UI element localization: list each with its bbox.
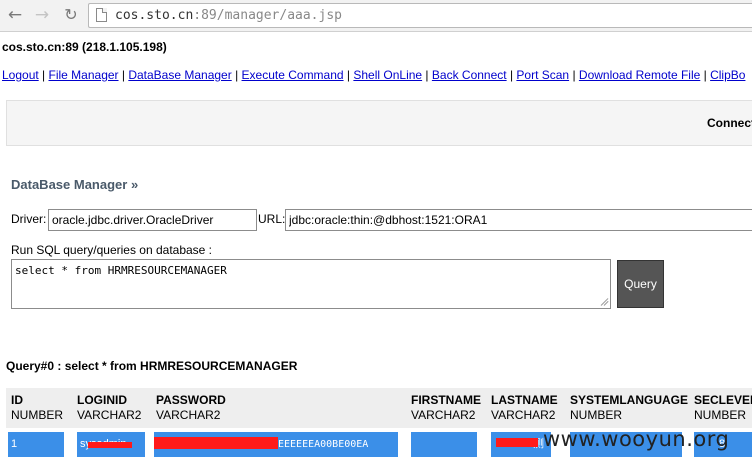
query-result-title: Query#0 : select * from HRMRESOURCEMANAG… <box>6 359 298 373</box>
url-input[interactable] <box>285 209 752 231</box>
sql-query-textarea[interactable]: select * from HRMRESOURCEMANAGER <box>11 259 611 309</box>
url-domain: cos.sto.cn <box>115 8 194 23</box>
menu-port-scan[interactable]: Port Scan <box>516 68 569 82</box>
column-type: VARCHAR2 <box>411 408 476 422</box>
column-name: SYSTEMLANGUAGE <box>570 393 689 407</box>
url-path: :89/manager/aaa.jsp <box>193 8 342 23</box>
section-title: DataBase Manager » <box>11 177 139 192</box>
menu-database-manager[interactable]: DataBase Manager <box>128 68 231 82</box>
back-arrow-icon[interactable]: ← <box>4 5 26 25</box>
menu-shell-online[interactable]: Shell OnLine <box>353 68 422 82</box>
column-name: SECLEVEL <box>694 393 752 407</box>
connect-panel: Connect <box>6 100 752 146</box>
menu-download-remote-file[interactable]: Download Remote File <box>579 68 700 82</box>
driver-input[interactable] <box>48 209 257 231</box>
column-name: LASTNAME <box>491 393 558 407</box>
sql-label: Run SQL query/queries on database : <box>11 243 213 257</box>
browser-toolbar: ← → ↻ cos.sto.cn:89/manager/aaa.jsp <box>0 0 752 32</box>
password-visible-tail: EEEEEEA00BE00EA <box>278 439 369 450</box>
column-name: LOGINID <box>77 393 127 407</box>
page-icon <box>96 8 107 22</box>
host-info: cos.sto.cn:89 (218.1.105.198) <box>2 40 167 54</box>
column-type: VARCHAR2 <box>491 408 556 422</box>
menu-file-manager[interactable]: File Manager <box>49 68 119 82</box>
resize-grip-icon[interactable] <box>599 296 609 306</box>
url-label: URL: <box>258 212 286 226</box>
column-type: NUMBER <box>570 408 623 422</box>
forward-arrow-icon[interactable]: → <box>31 5 53 25</box>
address-bar[interactable]: cos.sto.cn:89/manager/aaa.jsp <box>88 3 752 28</box>
menu-back-connect[interactable]: Back Connect <box>432 68 507 82</box>
cell-firstname <box>411 432 477 457</box>
driver-label: Driver: <box>11 212 47 226</box>
cell-id: 1 <box>8 432 64 457</box>
connect-label: Connect <box>707 116 752 130</box>
reload-icon[interactable]: ↻ <box>60 5 82 25</box>
redaction-mark <box>154 437 278 449</box>
column-type: NUMBER <box>11 408 64 422</box>
column-type: NUMBER <box>694 408 747 422</box>
menu-execute-command[interactable]: Execute Command <box>242 68 344 82</box>
column-name: PASSWORD <box>156 393 226 407</box>
table-header: ID NUMBER LOGINID VARCHAR2 PASSWORD VARC… <box>6 388 752 428</box>
column-type: VARCHAR2 <box>156 408 221 422</box>
redaction-mark <box>88 442 132 448</box>
redaction-mark <box>496 438 538 447</box>
menu-clipboard[interactable]: ClipBo <box>710 68 745 82</box>
column-type: VARCHAR2 <box>77 408 142 422</box>
column-name: FIRSTNAME <box>411 393 481 407</box>
column-name: ID <box>11 393 23 407</box>
watermark: www.wooyun.org <box>543 427 730 451</box>
menu-logout[interactable]: Logout <box>2 68 39 82</box>
main-menu: Logout | File Manager | DataBase Manager… <box>2 68 746 82</box>
query-button[interactable]: Query <box>617 260 664 308</box>
address-url: cos.sto.cn:89/manager/aaa.jsp <box>115 8 342 23</box>
